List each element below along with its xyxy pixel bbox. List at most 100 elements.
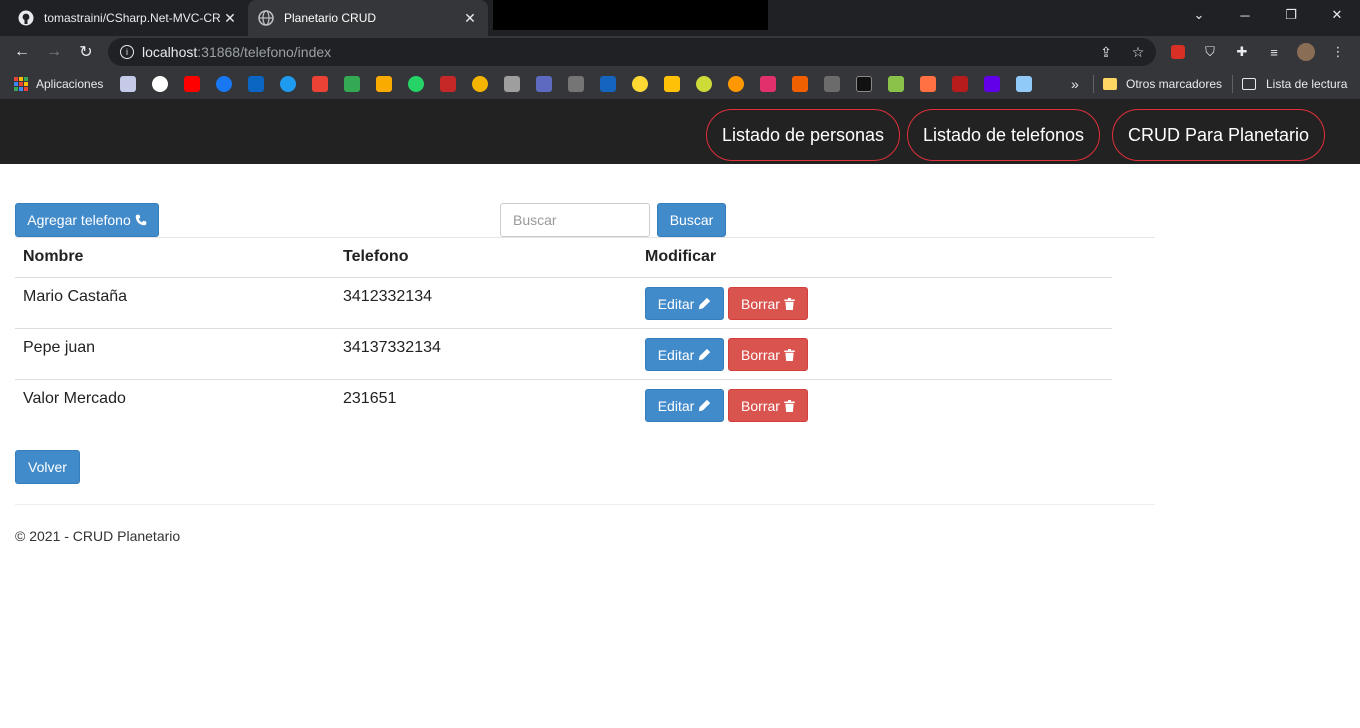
bookmark-12[interactable] bbox=[472, 76, 488, 92]
reading-list[interactable]: Lista de lectura bbox=[1242, 76, 1347, 92]
bookmark-2[interactable] bbox=[152, 76, 168, 92]
bookmark-28[interactable] bbox=[984, 76, 1000, 92]
close-window-icon[interactable]: ✕ bbox=[1314, 0, 1360, 30]
bookmark-27[interactable] bbox=[952, 76, 968, 92]
tab-github[interactable]: tomastraini/CSharp.Net-MVC-CR ✕ bbox=[8, 0, 248, 36]
puzzle-game-icon bbox=[888, 76, 904, 92]
browser-tab-strip: tomastraini/CSharp.Net-MVC-CR ✕ Planetar… bbox=[0, 0, 1360, 36]
bookmarks-overflow[interactable]: » bbox=[1071, 76, 1079, 92]
profile-avatar[interactable] bbox=[1296, 42, 1316, 62]
app-icon bbox=[856, 76, 872, 92]
bookmark-8[interactable] bbox=[344, 76, 360, 92]
info-icon[interactable]: i bbox=[120, 45, 134, 59]
g2a-icon bbox=[792, 76, 808, 92]
edit-label: Editar bbox=[657, 397, 695, 414]
back-arrow-icon[interactable]: ← bbox=[10, 40, 34, 64]
menu-kebab-icon[interactable]: ⋮ bbox=[1328, 42, 1348, 62]
bookmark-26[interactable] bbox=[920, 76, 936, 92]
tab-search-icon[interactable]: ⌄ bbox=[1176, 0, 1222, 30]
apps-bookmark[interactable]: Aplicaciones bbox=[14, 76, 103, 92]
apps-label: Aplicaciones bbox=[36, 77, 104, 91]
cell-nombre: Mario Castaña bbox=[23, 288, 128, 305]
bookmark-1[interactable] bbox=[120, 76, 136, 92]
bookmark-19[interactable] bbox=[696, 76, 712, 92]
search-input[interactable] bbox=[500, 203, 650, 237]
extension-shield-icon[interactable]: ⛉ bbox=[1200, 42, 1220, 62]
emoji-icon bbox=[632, 76, 648, 92]
edit-button[interactable]: Editar bbox=[645, 389, 724, 422]
bookmark-24[interactable] bbox=[856, 76, 872, 92]
bookmark-16[interactable] bbox=[600, 76, 616, 92]
bookmark-21[interactable] bbox=[760, 76, 776, 92]
bookmark-15[interactable] bbox=[568, 76, 584, 92]
bookmark-star-icon[interactable]: ☆ bbox=[1128, 42, 1148, 62]
bookmark-20[interactable] bbox=[728, 76, 744, 92]
globe-icon bbox=[258, 10, 274, 26]
cell-telefono: 3412332134 bbox=[343, 288, 432, 305]
edit-label: Editar bbox=[657, 295, 695, 312]
other-bookmarks[interactable]: Otros marcadores bbox=[1103, 76, 1222, 92]
trash-icon bbox=[784, 297, 795, 310]
close-tab-icon[interactable]: ✕ bbox=[222, 10, 238, 27]
delete-button[interactable]: Borrar bbox=[728, 338, 808, 371]
delete-label: Borrar bbox=[741, 346, 780, 363]
forward-arrow-icon[interactable]: → bbox=[42, 40, 66, 64]
minimize-icon[interactable]: ─ bbox=[1222, 0, 1268, 30]
column-header-nombre: Nombre bbox=[23, 248, 84, 265]
github-icon bbox=[18, 10, 34, 26]
chart-icon bbox=[504, 76, 520, 92]
edit-button[interactable]: Editar bbox=[645, 287, 724, 320]
crossed-icon bbox=[920, 76, 936, 92]
delete-button[interactable]: Borrar bbox=[728, 389, 808, 422]
media-control-icon[interactable]: ≡ bbox=[1264, 42, 1284, 62]
tab-title: Planetario CRUD bbox=[284, 11, 377, 25]
bookmark-9[interactable] bbox=[376, 76, 392, 92]
search-button[interactable]: Buscar bbox=[657, 203, 726, 237]
restore-icon[interactable]: ❐ bbox=[1268, 0, 1314, 30]
column-header-modificar: Modificar bbox=[645, 248, 717, 265]
share-icon[interactable]: ⇪ bbox=[1096, 42, 1116, 62]
folder-icon bbox=[1103, 78, 1117, 90]
bookmark-3[interactable] bbox=[184, 76, 200, 92]
extensions-puzzle-icon[interactable]: ✚ bbox=[1232, 42, 1252, 62]
bookmark-23[interactable] bbox=[824, 76, 840, 92]
bookmark-4[interactable] bbox=[216, 76, 232, 92]
close-tab-icon[interactable]: ✕ bbox=[462, 10, 478, 27]
trash-icon bbox=[784, 348, 795, 361]
edit-button[interactable]: Editar bbox=[645, 338, 724, 371]
classroom-icon bbox=[376, 76, 392, 92]
trash-icon bbox=[784, 399, 795, 412]
youtube-icon bbox=[184, 76, 200, 92]
bookmark-29[interactable] bbox=[1016, 76, 1032, 92]
bookmarks-divider bbox=[1232, 75, 1233, 93]
footer-copyright: © 2021 - CRUD Planetario bbox=[15, 528, 181, 544]
reading-list-label: Lista de lectura bbox=[1266, 77, 1348, 91]
reload-icon[interactable]: ↻ bbox=[74, 40, 98, 64]
roblox-icon bbox=[824, 76, 840, 92]
bookmark-17[interactable] bbox=[632, 76, 648, 92]
bookmark-18[interactable] bbox=[664, 76, 680, 92]
address-bar[interactable]: i localhost:31868/telefono/index bbox=[108, 38, 1156, 66]
twitter-icon bbox=[280, 76, 296, 92]
nav-listado-personas[interactable]: Listado de personas bbox=[706, 109, 900, 161]
store-icon bbox=[120, 76, 136, 92]
bookmark-10[interactable] bbox=[408, 76, 424, 92]
linkedin-icon bbox=[248, 76, 264, 92]
bookmark-7[interactable] bbox=[312, 76, 328, 92]
bookmark-22[interactable] bbox=[792, 76, 808, 92]
script-icon bbox=[568, 76, 584, 92]
bookmark-14[interactable] bbox=[536, 76, 552, 92]
bookmark-13[interactable] bbox=[504, 76, 520, 92]
bookmark-5[interactable] bbox=[248, 76, 264, 92]
bookmark-6[interactable] bbox=[280, 76, 296, 92]
bookmark-25[interactable] bbox=[888, 76, 904, 92]
delete-button[interactable]: Borrar bbox=[728, 287, 808, 320]
add-phone-button[interactable]: Agregar telefono bbox=[15, 203, 159, 237]
nav-crud-planetario[interactable]: CRUD Para Planetario bbox=[1112, 109, 1325, 161]
bookmarks-divider bbox=[1093, 75, 1094, 93]
bookmark-11[interactable] bbox=[440, 76, 456, 92]
back-button[interactable]: Volver bbox=[15, 450, 80, 484]
extension-lock-icon[interactable] bbox=[1168, 42, 1188, 62]
tab-planetario[interactable]: Planetario CRUD ✕ bbox=[248, 0, 488, 36]
nav-listado-telefonos[interactable]: Listado de telefonos bbox=[907, 109, 1100, 161]
